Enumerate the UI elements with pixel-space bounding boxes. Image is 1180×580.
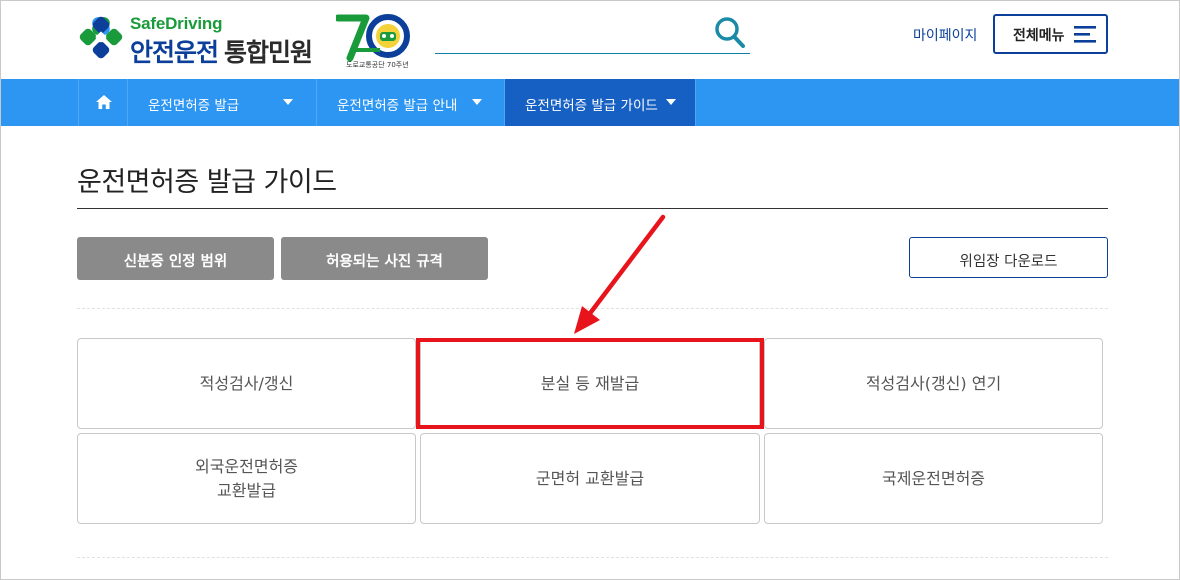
logo-korean-main: 안전운전 [130,38,219,67]
proxy-download-button[interactable]: 위임장 다운로드 [909,237,1108,278]
title-divider [77,208,1108,209]
caret-down-icon [666,99,676,105]
nav-item-label: 운전면허증 발급 안내 [337,98,458,114]
photo-spec-button[interactable]: 허용되는 사진 규격 [281,237,488,280]
card-label: 국제운전면허증 [881,468,986,488]
logo-korean-sub: 통합민원 [224,38,313,67]
site-header: SafeDriving 안전운전 통합민원 도로교통공단 70주년 마이페이지 전… [0,0,1180,79]
card-label: 외국운전면허증 교환발급 [194,456,299,500]
search-bar[interactable] [435,14,750,54]
id-scope-button[interactable]: 신분증 인정 범위 [77,237,274,280]
nav-item-license-issue[interactable]: 운전면허증 발급 [128,79,317,126]
hamburger-menu-icon [1074,26,1096,43]
arrow-annotation-icon [574,214,666,334]
anniversary-caption: 도로교통공단 70주년 [346,61,409,69]
card-label: 분실 등 재발급 [540,373,640,393]
card-label: 적성검사(갱신) 연기 [865,373,1002,393]
card-label: 적성검사/갱신 [199,373,294,393]
caret-down-icon [283,99,293,105]
nav-item-label: 운전면허증 발급 [148,98,240,114]
all-menu-label: 전체메뉴 [1013,28,1065,44]
search-icon[interactable] [714,16,746,50]
logo-korean-text: 안전운전 통합민원 [130,33,313,69]
all-menu-button[interactable]: 전체메뉴 [993,14,1108,54]
card-lost-reissue[interactable]: 분실 등 재발급 [420,338,760,429]
nav-item-label: 운전면허증 발급 가이드 [525,98,658,114]
main-navigation: 운전면허증 발급 운전면허증 발급 안내 운전면허증 발급 가이드 [0,79,1180,126]
photo-spec-label: 허용되는 사진 규격 [326,254,443,270]
card-military-license-exchange[interactable]: 군면허 교환발급 [420,433,760,524]
proxy-download-label: 위임장 다운로드 [959,254,1058,270]
home-icon [96,95,112,109]
card-international-license[interactable]: 국제운전면허증 [764,433,1103,524]
card-renewal-postpone[interactable]: 적성검사(갱신) 연기 [764,338,1103,429]
nav-item-license-issue-info[interactable]: 운전면허증 발급 안내 [317,79,505,126]
mypage-link[interactable]: 마이페이지 [913,25,977,45]
safedriving-logo-icon [79,16,123,59]
bottom-divider [77,557,1108,558]
id-scope-label: 신분증 인정 범위 [123,254,228,270]
nav-home-button[interactable] [78,79,128,126]
caret-down-icon [472,99,482,105]
nav-item-license-issue-guide[interactable]: 운전면허증 발급 가이드 [505,79,696,126]
logo-english-text: SafeDriving [130,14,223,33]
site-logo[interactable]: SafeDriving 안전운전 통합민원 도로교통공단 70주년 [78,12,418,72]
card-foreign-license-exchange[interactable]: 외국운전면허증 교환발급 [77,433,416,524]
page-title: 운전면허증 발급 가이드 [77,167,337,198]
card-aptitude-renewal[interactable]: 적성검사/갱신 [77,338,416,429]
card-label: 군면허 교환발급 [535,468,645,488]
section-divider [77,308,1108,309]
